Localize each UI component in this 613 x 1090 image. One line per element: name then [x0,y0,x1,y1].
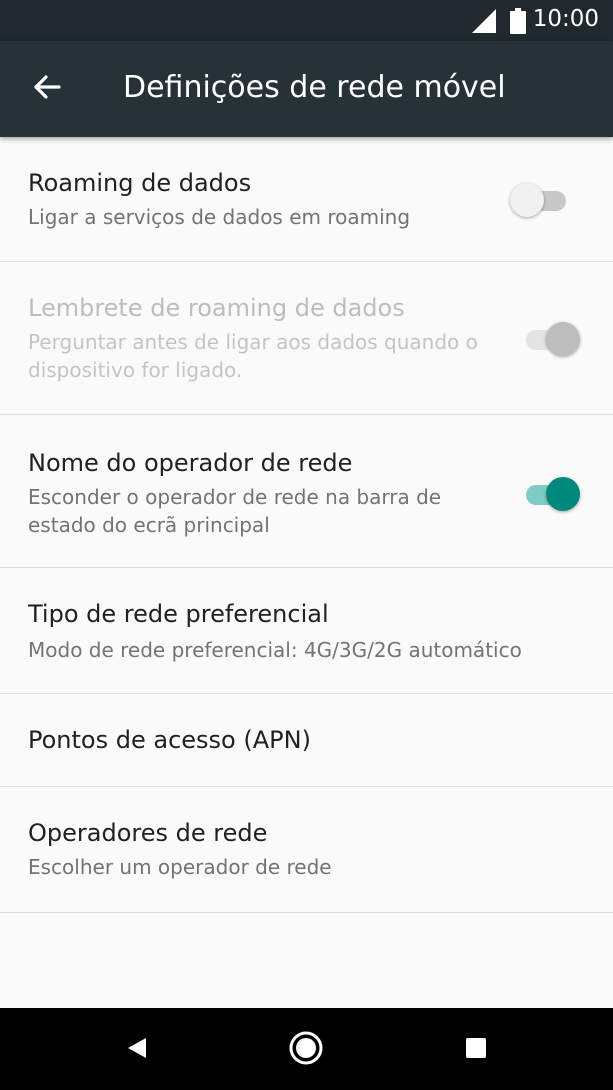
network-operator-name-toggle[interactable] [522,473,582,513]
setting-network-operator-name[interactable]: Nome do operador de rede Esconder o oper… [0,415,613,568]
app-bar: Definições de rede móvel [0,41,613,137]
setting-title: Pontos de acesso (APN) [28,726,311,754]
settings-list: Roaming de dados Ligar a serviços de dad… [0,137,613,913]
setting-summary: Modo de rede preferencial: 4G/3G/2G auto… [28,638,522,662]
setting-preferred-network-type[interactable]: Tipo de rede preferencial Modo de rede p… [0,568,613,694]
status-bar: 10:00 [0,0,613,41]
home-circle-icon [288,1030,324,1070]
setting-title: Nome do operador de rede [28,449,353,477]
arrow-left-icon [32,72,62,106]
page-title: Definições de rede móvel [123,70,506,105]
back-triangle-icon [125,1036,149,1064]
setting-title: Operadores de rede [28,819,268,847]
setting-access-points[interactable]: Pontos de acesso (APN) [0,694,613,787]
back-button[interactable] [18,61,76,117]
setting-network-operators[interactable]: Operadores de rede Escolher um operador … [0,787,613,913]
battery-icon [510,8,526,38]
setting-roaming-reminder: Lembrete de roaming de dados Perguntar a… [0,262,613,415]
signal-icon [472,9,496,37]
setting-title: Roaming de dados [28,169,252,197]
setting-summary: Ligar a serviços de dados em roaming [28,205,411,229]
setting-data-roaming[interactable]: Roaming de dados Ligar a serviços de dad… [0,137,613,262]
nav-back-button[interactable] [115,1028,159,1072]
status-time: 10:00 [532,6,599,32]
roaming-reminder-toggle [522,318,582,358]
setting-title: Lembrete de roaming de dados [28,294,405,322]
setting-summary: Esconder o operador de rede na barra de … [28,485,442,537]
setting-title: Tipo de rede preferencial [28,600,329,628]
setting-summary: Perguntar antes de ligar aos dados quand… [28,330,478,382]
navigation-bar [0,1008,613,1090]
data-roaming-toggle[interactable] [510,179,570,219]
nav-recents-button[interactable] [454,1028,498,1072]
recents-square-icon [464,1036,488,1064]
nav-home-button[interactable] [284,1028,328,1072]
setting-summary: Escolher um operador de rede [28,855,332,879]
